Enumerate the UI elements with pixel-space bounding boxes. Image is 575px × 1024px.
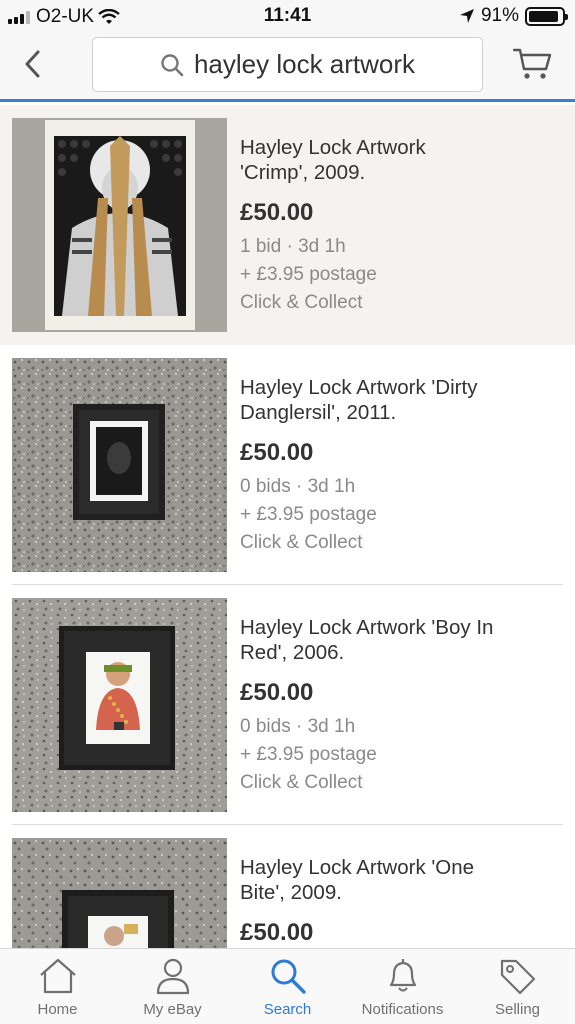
listing-bids: 0 bids · 3d 1h [240, 476, 356, 497]
listing-title-line: Hayley Lock Artwork 'One [240, 856, 475, 879]
listing-image[interactable] [12, 598, 227, 812]
battery-icon [525, 6, 568, 26]
listing-image[interactable] [12, 358, 227, 572]
listing-collect: Click & Collect [240, 772, 363, 793]
tab-label: My eBay [143, 1001, 202, 1018]
tab-label: Search [263, 1001, 312, 1018]
listing-price: £50.00 [240, 919, 314, 946]
cart-icon [513, 48, 552, 79]
search-input[interactable]: hayley lock artwork [92, 37, 483, 92]
chevron-left-icon [25, 50, 40, 78]
listing-postage: + £3.95 postage [240, 504, 377, 525]
battery-fill [529, 10, 559, 22]
listing-title-line: Hayley Lock Artwork 'Dirty [240, 376, 478, 399]
listing-info: Hayley Lock Artwork 'Boy In Red', 2006. … [240, 615, 560, 797]
listing-postage: + £3.95 postage [240, 264, 377, 285]
location-arrow-icon [459, 9, 474, 23]
listing-price: £50.00 [240, 199, 314, 226]
tab-label: Notifications [361, 1001, 444, 1018]
listing-price: £50.00 [240, 679, 314, 706]
tab-selling[interactable]: Selling [460, 949, 575, 1024]
listing-title[interactable]: Hayley Lock Artwork 'Boy In Red', 2006. [240, 615, 560, 665]
listing-title-line: Bite', 2009. [240, 881, 342, 904]
tag-icon [500, 959, 535, 995]
tab-home[interactable]: Home [0, 949, 115, 1024]
listing-price: £50.00 [240, 439, 314, 466]
tab-label: Home [37, 1001, 78, 1018]
search-icon [271, 959, 306, 994]
listing-collect: Click & Collect [240, 532, 363, 553]
tab-search[interactable]: Search [230, 949, 345, 1024]
search-header: hayley lock artwork [0, 32, 575, 102]
listing-title-line: Danglersil', 2011. [240, 401, 397, 424]
listing-title-line: Red', 2006. [240, 641, 345, 664]
search-results-list: Hayley Lock Artwork 'Crimp', 2009. £50.0… [0, 105, 575, 948]
listing-image[interactable] [12, 838, 227, 948]
listing-collect: Click & Collect [240, 292, 363, 313]
listing-title[interactable]: Hayley Lock Artwork 'Dirty Danglersil', … [240, 375, 560, 425]
listing-info: Hayley Lock Artwork 'Crimp', 2009. £50.0… [240, 135, 560, 317]
battery-percent: 91% [480, 5, 519, 26]
listing-title[interactable]: Hayley Lock Artwork 'Crimp', 2009. [240, 135, 560, 185]
status-bar: O2-UK 11:41 91% [0, 0, 575, 32]
list-item[interactable]: Hayley Lock Artwork 'One Bite', 2009. £5… [0, 825, 575, 948]
list-item[interactable]: Hayley Lock Artwork 'Crimp', 2009. £50.0… [0, 105, 575, 345]
listing-bids: 0 bids · 3d 1h [240, 716, 356, 737]
tab-notifications[interactable]: Notifications [345, 949, 460, 1024]
cart-button[interactable] [511, 42, 555, 86]
listing-title-line: Hayley Lock Artwork [240, 136, 426, 159]
list-item[interactable]: Hayley Lock Artwork 'Boy In Red', 2006. … [0, 585, 575, 825]
listing-title-line: 'Crimp', 2009. [240, 161, 366, 184]
listing-info: Hayley Lock Artwork 'One Bite', 2009. £5… [240, 855, 560, 948]
search-icon [161, 53, 184, 76]
tab-label: Selling [494, 1001, 541, 1018]
status-right: 91% [459, 5, 568, 27]
listing-image[interactable] [12, 118, 227, 332]
bottom-tab-bar: Home My eBay Search Notifications Sellin… [0, 948, 575, 1024]
listing-bids: 1 bid · 3d 1h [240, 236, 346, 257]
bell-icon [389, 959, 416, 992]
back-button[interactable] [14, 46, 50, 82]
listing-info: Hayley Lock Artwork 'Dirty Danglersil', … [240, 375, 560, 557]
listing-postage: + £3.95 postage [240, 744, 377, 765]
home-icon [39, 958, 76, 994]
user-icon [156, 958, 189, 995]
listing-title[interactable]: Hayley Lock Artwork 'One Bite', 2009. [240, 855, 560, 905]
tab-my-ebay[interactable]: My eBay [115, 949, 230, 1024]
list-item[interactable]: Hayley Lock Artwork 'Dirty Danglersil', … [0, 345, 575, 585]
search-query: hayley lock artwork [193, 49, 416, 79]
listing-title-line: Hayley Lock Artwork 'Boy In [240, 616, 494, 639]
